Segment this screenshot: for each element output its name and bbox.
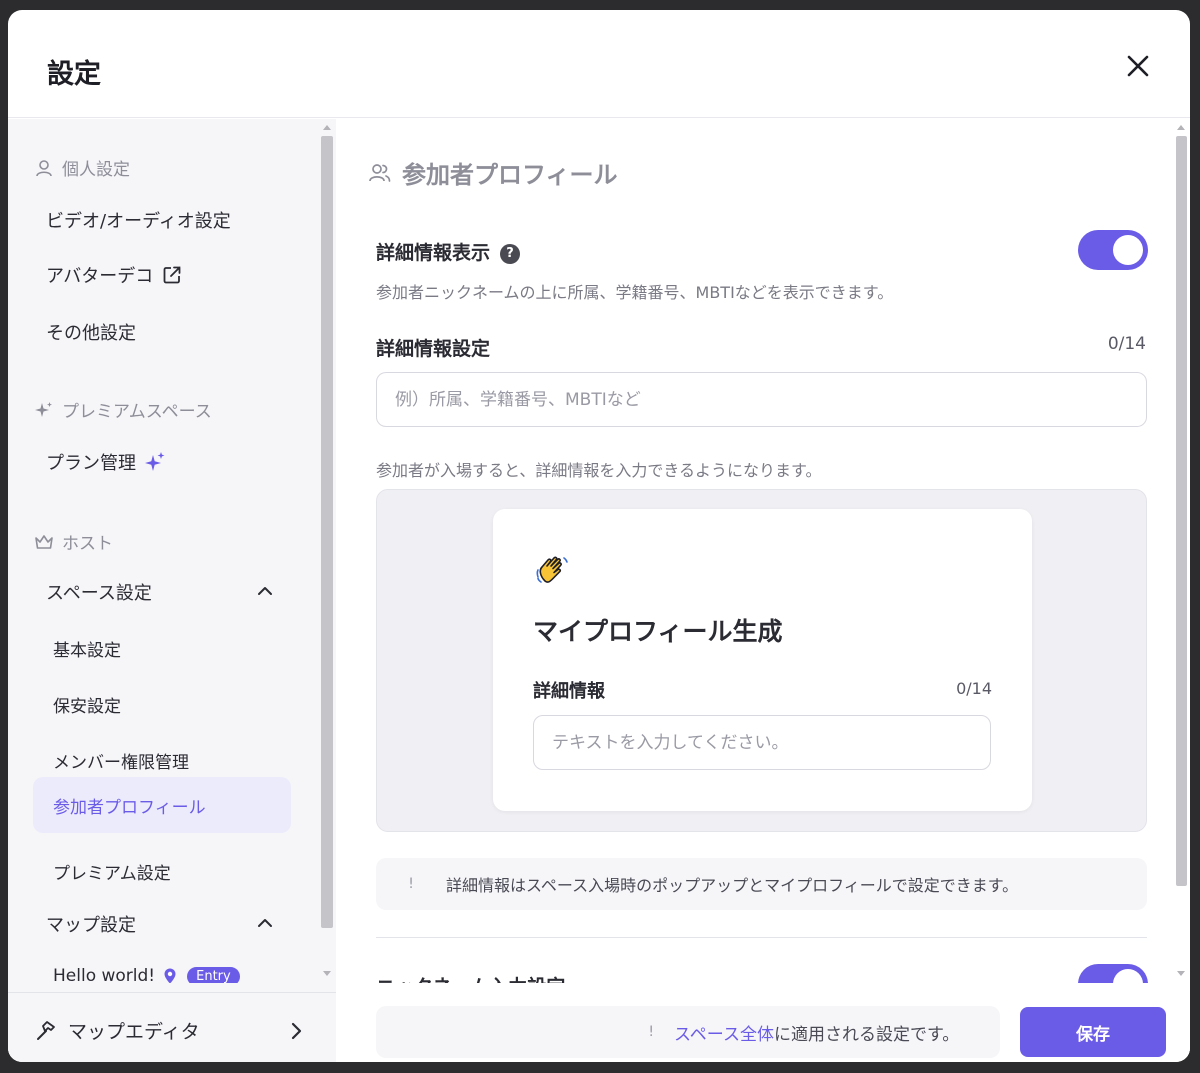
main-panel: 参加者プロフィール 詳細情報表示? 参加者ニックネームの上に所属、学籍番号、MB…: [336, 119, 1190, 1062]
chevron-up-icon: [258, 587, 272, 595]
detail-display-description: 参加者ニックネームの上に所属、学籍番号、MBTIなどを表示できます。: [376, 283, 894, 302]
info-icon: !: [408, 876, 414, 892]
preview-title: マイプロフィール生成: [533, 617, 783, 646]
page-title-label: 参加者プロフィール: [402, 161, 618, 189]
detail-display-row: 詳細情報表示?: [376, 238, 521, 265]
scroll-down-arrow[interactable]: [323, 971, 331, 976]
map-editor-open-button[interactable]: [284, 1019, 308, 1043]
section-personal: 個人設定: [34, 155, 130, 180]
location-pin-icon: [164, 968, 176, 983]
map-settings-collapse-button[interactable]: [253, 911, 277, 935]
detail-setting-counter: 0/14: [1107, 334, 1146, 354]
sidebar: 個人設定 ビデオ/オーディオ設定 アバターデコ その他設定 プレミアムスペース …: [8, 119, 336, 1062]
sidebar-scrollbar[interactable]: [320, 119, 336, 983]
modal-header: 設定: [8, 10, 1190, 118]
settings-modal: 設定 個人設定 ビデオ/オーディオ設定 アバターデコ その他設定 プレミアムスペ…: [8, 10, 1190, 1062]
entry-badge: Entry: [187, 966, 240, 983]
sparkle-icon: [35, 401, 52, 417]
map-name: Hello world!: [53, 966, 156, 983]
sidebar-item-avatar-deco[interactable]: アバターデコ: [46, 262, 183, 288]
sidebar-item-member-permissions[interactable]: メンバー権限管理: [53, 748, 189, 773]
help-icon[interactable]: ?: [500, 243, 521, 264]
footer-note: ! スペース全体 に適用される設定です。: [376, 1006, 1000, 1058]
map-editor-button[interactable]: マップエディタ: [34, 1017, 200, 1044]
detail-setting-label: 詳細情報設定: [376, 338, 491, 360]
map-editor-label: マップエディタ: [68, 1021, 200, 1043]
preview-label: 詳細情報: [533, 681, 605, 702]
section-personal-label: 個人設定: [62, 160, 130, 180]
profile-preview: マイプロフィール生成 詳細情報 0/14: [376, 489, 1147, 832]
sidebar-item-premium-settings[interactable]: プレミアム設定: [53, 859, 171, 884]
detail-setting-input[interactable]: [376, 372, 1147, 427]
page-title: 参加者プロフィール: [368, 155, 618, 190]
external-link-icon: [163, 266, 181, 284]
waving-hand-icon: [536, 556, 568, 583]
chevron-up-icon: [258, 919, 272, 927]
main-scroll-thumb[interactable]: [1176, 136, 1187, 886]
sidebar-footer: マップエディタ: [8, 992, 336, 1062]
sidebar-item-other[interactable]: その他設定: [46, 319, 136, 345]
section-divider: [376, 937, 1147, 938]
crown-icon: [35, 534, 53, 549]
save-button[interactable]: 保存: [1020, 1007, 1166, 1057]
sidebar-item-label: アバターデコ: [46, 266, 154, 287]
section-premium-label: プレミアムスペース: [62, 402, 212, 422]
section-host-label: ホスト: [62, 534, 113, 554]
scroll-down-arrow[interactable]: [1177, 971, 1185, 976]
scroll-up-arrow[interactable]: [323, 125, 331, 130]
detail-display-label: 詳細情報表示: [376, 242, 491, 264]
sidebar-item-label: スペース設定: [46, 583, 152, 604]
toggle-knob: [1113, 235, 1143, 265]
users-icon: [369, 163, 391, 182]
sidebar-item-map-settings[interactable]: マップ設定: [46, 911, 136, 937]
main-scroll-area: 参加者プロフィール 詳細情報表示? 参加者ニックネームの上に所属、学籍番号、MB…: [336, 119, 1174, 983]
main-footer: ! スペース全体 に適用される設定です。 保存: [336, 992, 1190, 1062]
sidebar-item-map-hello[interactable]: Hello world! Entry: [53, 966, 240, 983]
sidebar-scroll-thumb[interactable]: [321, 136, 333, 928]
info-notice: ! 詳細情報はスペース入場時のポップアップとマイプロフィールで設定できます。: [376, 858, 1147, 910]
info-icon: !: [648, 1024, 654, 1040]
scroll-up-arrow[interactable]: [1177, 125, 1185, 130]
sidebar-item-basic[interactable]: 基本設定: [53, 636, 121, 661]
detail-display-toggle[interactable]: [1078, 230, 1148, 270]
sidebar-item-label: プラン管理: [46, 453, 136, 474]
sparkle-icon: [145, 452, 165, 471]
sidebar-item-plan[interactable]: プラン管理: [46, 449, 166, 475]
nickname-toggle[interactable]: [1078, 964, 1148, 983]
detail-setting-description: 参加者が入場すると、詳細情報を入力できるようになります。: [376, 461, 822, 480]
footer-note-text: に適用される設定です。: [773, 1024, 960, 1045]
nickname-setting-label: ニックネーム入力設定: [376, 972, 565, 983]
sidebar-item-label: その他設定: [46, 323, 136, 344]
user-icon: [36, 159, 52, 176]
toggle-knob: [1113, 969, 1143, 983]
close-icon: [1127, 55, 1149, 77]
sidebar-item-label: ビデオ/オーディオ設定: [46, 211, 231, 232]
preview-counter: 0/14: [956, 679, 992, 698]
sidebar-scroll-area: 個人設定 ビデオ/オーディオ設定 アバターデコ その他設定 プレミアムスペース …: [8, 119, 320, 983]
modal-title: 設定: [47, 59, 101, 90]
space-settings-collapse-button[interactable]: [253, 579, 277, 603]
preview-card: マイプロフィール生成 詳細情報 0/14: [493, 509, 1032, 811]
sidebar-item-space-settings[interactable]: スペース設定: [46, 579, 152, 605]
info-notice-text: 詳細情報はスペース入場時のポップアップとマイプロフィールで設定できます。: [446, 876, 1019, 895]
section-host: ホスト: [34, 529, 113, 554]
sidebar-item-video-audio[interactable]: ビデオ/オーディオ設定: [46, 207, 231, 233]
sidebar-item-security[interactable]: 保安設定: [53, 692, 121, 717]
chevron-right-icon: [291, 1022, 302, 1040]
preview-detail-input[interactable]: [533, 715, 991, 770]
main-scrollbar[interactable]: [1174, 119, 1190, 983]
sidebar-item-label: マップ設定: [46, 915, 136, 936]
close-button[interactable]: [1122, 50, 1154, 82]
space-wide-link[interactable]: スペース全体: [674, 1020, 774, 1045]
section-premium: プレミアムスペース: [34, 397, 212, 422]
sidebar-item-participant-profile[interactable]: 参加者プロフィール: [53, 793, 206, 818]
hammer-icon: [37, 1020, 55, 1040]
